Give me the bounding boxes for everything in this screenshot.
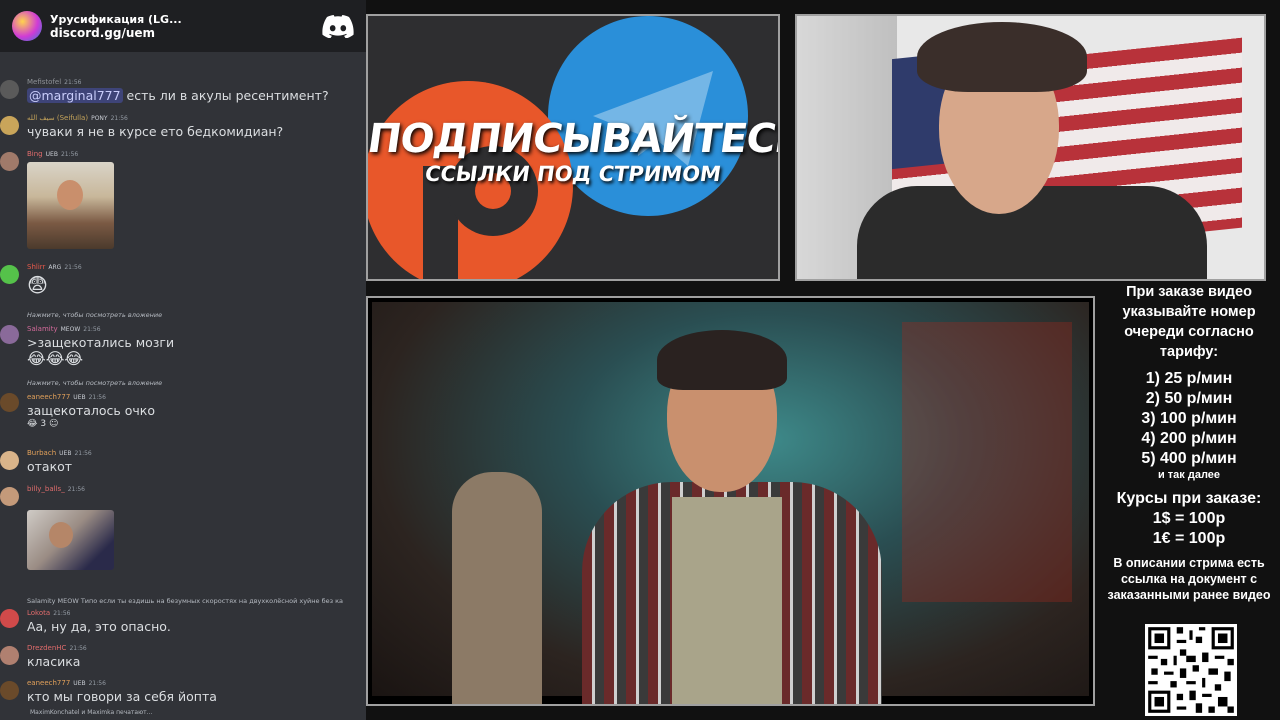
message-text: >защекотались мозги bbox=[27, 335, 175, 350]
rates-title: Курсы при заказе: bbox=[1116, 490, 1262, 507]
username[interactable]: Lokota bbox=[27, 609, 50, 617]
timestamp: 21:56 bbox=[67, 485, 85, 493]
message-text: защекоталось очко bbox=[27, 403, 155, 418]
reply-preview[interactable]: Salamity MEOW Типо если ты ездишь на без… bbox=[27, 597, 343, 605]
description-note: В описании стрима есть ссылка на докумен… bbox=[1107, 556, 1271, 602]
server-name: Урусификация (LG... bbox=[50, 12, 182, 26]
reply-preview[interactable]: Нажмите, чтобы посмотреть вложение bbox=[27, 379, 162, 387]
tariff-etc: и так далее bbox=[1157, 469, 1221, 481]
person-hair bbox=[917, 22, 1087, 92]
avatar bbox=[0, 80, 19, 99]
person-shirt bbox=[857, 186, 1207, 279]
timestamp: 21:56 bbox=[64, 78, 82, 86]
message-text: чуваки я не в курсе ето бедкомидиан? bbox=[27, 124, 284, 139]
reply-preview[interactable]: Нажмите, чтобы посмотреть вложение bbox=[27, 311, 162, 319]
avatar bbox=[0, 681, 19, 700]
role-badge: PONY bbox=[91, 114, 108, 122]
tariff-item: 5) 400 р/мин bbox=[1141, 450, 1237, 467]
message-text: отакот bbox=[27, 459, 73, 474]
avatar bbox=[0, 451, 19, 470]
order-info-panel: При заказе видео указывайте номер очеред… bbox=[1098, 282, 1280, 603]
face-shape bbox=[49, 522, 73, 548]
timestamp: 21:56 bbox=[69, 644, 87, 652]
avatar bbox=[0, 609, 19, 628]
role-badge: UEB bbox=[73, 393, 86, 401]
discord-logo-icon bbox=[322, 15, 354, 38]
timestamp: 21:56 bbox=[64, 263, 82, 271]
emoji-message: 😨 bbox=[27, 273, 48, 297]
avatar bbox=[0, 393, 19, 412]
background-shelf bbox=[902, 322, 1072, 602]
emoji-message: 😂😂😂 bbox=[27, 349, 84, 368]
username[interactable]: Bing bbox=[27, 150, 43, 158]
message-text: @marginal777 есть ли в акулы ресентимент… bbox=[27, 88, 329, 103]
person-hair bbox=[657, 330, 787, 390]
rate-item: 1$ = 100р bbox=[1152, 510, 1226, 527]
username[interactable]: سيف الله (Seifulla) bbox=[27, 114, 88, 122]
username[interactable]: eaneech777 bbox=[27, 679, 70, 687]
role-badge: UEB bbox=[59, 449, 72, 457]
webcam-feed bbox=[795, 14, 1266, 281]
username[interactable]: Burbach bbox=[27, 449, 56, 457]
username[interactable]: Salamity bbox=[27, 325, 58, 333]
timestamp: 21:56 bbox=[88, 679, 106, 687]
message-text: класика bbox=[27, 654, 81, 669]
username[interactable]: Mefistofel bbox=[27, 78, 61, 86]
attached-image[interactable] bbox=[27, 510, 114, 570]
person-tshirt bbox=[672, 497, 782, 704]
timestamp: 21:56 bbox=[88, 393, 106, 401]
message-text: кто мы говори за себя йопта bbox=[27, 689, 217, 704]
avatar bbox=[0, 325, 19, 344]
discord-widget-header[interactable]: Урусификация (LG... discord.gg/uem bbox=[0, 0, 366, 52]
avatar bbox=[0, 646, 19, 665]
username[interactable]: eaneech777 bbox=[27, 393, 70, 401]
avatar bbox=[0, 152, 19, 171]
tariff-item: 1) 25 р/мин bbox=[1145, 370, 1233, 387]
timestamp: 21:56 bbox=[74, 449, 92, 457]
role-badge: ARG bbox=[48, 263, 62, 271]
reactions[interactable]: 😂 3 ☺ bbox=[27, 419, 58, 429]
timestamp: 21:56 bbox=[53, 609, 71, 617]
rate-item: 1€ = 100р bbox=[1152, 530, 1226, 547]
server-invite-link[interactable]: discord.gg/uem bbox=[50, 26, 182, 40]
order-instructions: При заказе видео указывайте номер очеред… bbox=[1122, 284, 1256, 360]
qr-code-icon[interactable] bbox=[1145, 624, 1237, 716]
username[interactable]: DrezdenHC bbox=[27, 644, 66, 652]
promo-title: ПОДПИСЫВАЙТЕСЬ bbox=[366, 116, 780, 162]
message-text: Аа, ну да, это опасно. bbox=[27, 619, 171, 634]
timestamp: 21:56 bbox=[83, 325, 101, 333]
attached-image[interactable] bbox=[27, 162, 114, 249]
avatar bbox=[0, 265, 19, 284]
tariff-item: 4) 200 р/мин bbox=[1141, 430, 1237, 447]
user-mention[interactable]: @marginal777 bbox=[27, 88, 123, 103]
video-frame bbox=[372, 302, 1089, 704]
subscribe-promo-panel: ПОДПИСЫВАЙТЕСЬ ССЫЛКИ ПОД СТРИМОМ bbox=[366, 14, 780, 281]
avatar bbox=[0, 116, 19, 135]
face-shape bbox=[57, 180, 83, 210]
role-badge: UEB bbox=[73, 679, 86, 687]
hanging-coat bbox=[452, 472, 542, 704]
typing-indicator: MaximKonchatel и Maximka печатают... bbox=[30, 709, 153, 716]
avatar bbox=[0, 487, 19, 506]
role-badge: MEOW bbox=[60, 325, 81, 333]
tariff-item: 3) 100 р/мин bbox=[1141, 410, 1237, 427]
main-video-player[interactable] bbox=[366, 296, 1095, 706]
username[interactable]: billy_balls_ bbox=[27, 485, 65, 493]
role-badge: UEB bbox=[45, 150, 58, 158]
server-icon bbox=[12, 11, 42, 41]
timestamp: 21:56 bbox=[60, 150, 79, 158]
promo-subtitle: ССЫЛКИ ПОД СТРИМОМ bbox=[423, 162, 723, 186]
timestamp: 21:56 bbox=[110, 114, 128, 122]
username[interactable]: Shlirr bbox=[27, 263, 45, 271]
discord-chat-panel: Урусификация (LG... discord.gg/uem Mefis… bbox=[0, 0, 366, 720]
tariff-item: 2) 50 р/мин bbox=[1145, 390, 1233, 407]
